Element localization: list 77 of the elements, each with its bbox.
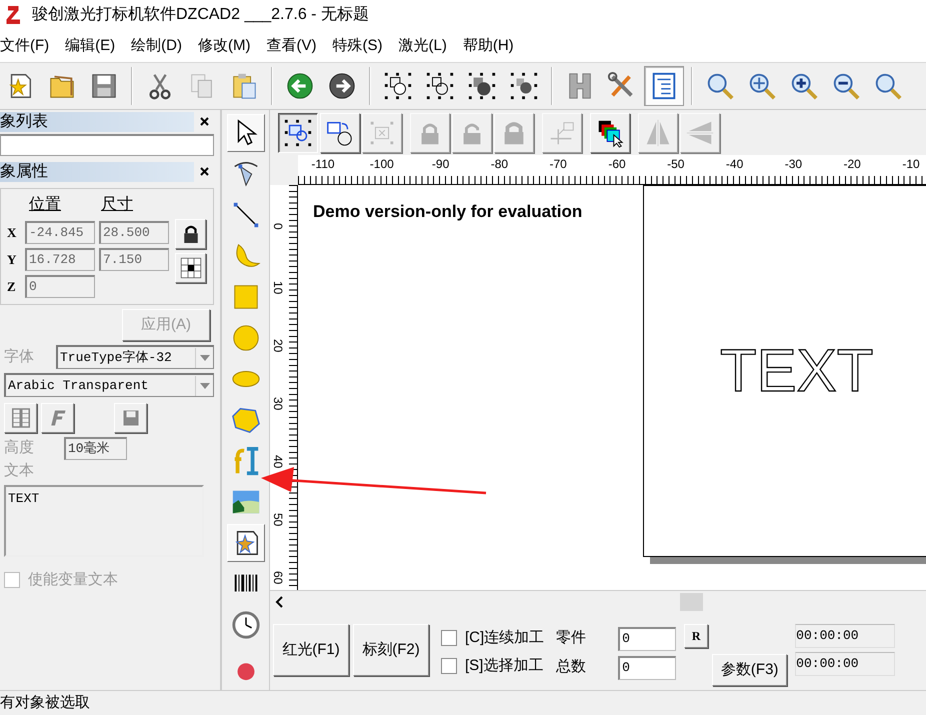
list-icon[interactable]	[644, 66, 684, 106]
text-value: TEXT	[7, 490, 40, 508]
checkbox[interactable]	[441, 658, 457, 674]
height-field[interactable]: 10毫米	[64, 437, 127, 460]
window-title: 骏创激光打标机软件DZCAD2 ___2.7.6 - 无标题	[32, 4, 369, 25]
panel-title: 象属性	[0, 162, 194, 182]
menu-item[interactable]: 特殊(S)	[332, 32, 382, 60]
field-label: 高度	[4, 438, 35, 458]
ruler-label: 0	[272, 223, 284, 230]
reset-button[interactable]: R	[684, 624, 708, 648]
axis-label: Z	[7, 278, 17, 296]
ruler-label: -10	[902, 158, 920, 170]
column-header: 位置	[29, 195, 61, 215]
axis-label: X	[7, 224, 18, 242]
menu-item[interactable]: 文件(F)	[0, 32, 50, 60]
horizontal-scrollbar[interactable]	[270, 590, 926, 612]
aiming-light-button[interactable]: 红光(F1)	[273, 624, 349, 676]
counter-field[interactable]: 0	[618, 626, 676, 650]
ruler-label: 30	[272, 397, 284, 410]
size-field[interactable]: 7.150	[99, 248, 169, 271]
position-field[interactable]: -24.845	[25, 221, 95, 244]
outlined-text[interactable]: TEXT	[720, 336, 874, 406]
counter-label: 总数	[556, 657, 586, 678]
scrollbar-thumb[interactable]	[680, 593, 703, 611]
ruler-label: 10	[272, 281, 284, 294]
position-field[interactable]: 16.728	[25, 248, 95, 271]
checkbox-label: [C]连续加工	[465, 628, 544, 648]
dropdown-arrow-icon[interactable]	[200, 382, 210, 388]
rotate-frame-icon[interactable]	[320, 112, 360, 152]
ruler-label: 40	[272, 455, 284, 468]
menu-item[interactable]: 激光(L)	[398, 32, 447, 60]
ruler-label: -50	[667, 158, 684, 170]
ruler-label: -40	[726, 158, 744, 170]
ruler-label: 50	[272, 513, 284, 526]
demo-notice: Demo version-only for evaluation	[313, 201, 582, 223]
ruler-label: -60	[608, 158, 626, 170]
ruler-label: -110	[311, 158, 335, 170]
dropdown-arrow-icon[interactable]	[200, 354, 210, 360]
mark-button[interactable]: 标刻(F2)	[353, 624, 429, 676]
columns-icon[interactable]	[4, 403, 37, 433]
position-field[interactable]: 0	[25, 275, 95, 298]
italic-f-icon[interactable]	[41, 403, 74, 433]
ruler-label: -100	[370, 158, 394, 170]
menu-item[interactable]: 查看(V)	[266, 32, 316, 60]
ruler-label: -20	[844, 158, 861, 170]
font-type-dropdown[interactable]: TrueType字体-32	[56, 345, 214, 369]
parameters-button[interactable]: 参数(F3)	[712, 654, 788, 686]
checkbox-label: [S]选择加工	[465, 656, 544, 676]
menu-item[interactable]: 修改(M)	[198, 32, 250, 60]
text-area[interactable]: TEXT	[4, 484, 204, 556]
timer-field: 00:00:00	[795, 624, 896, 648]
grid-icon[interactable]	[175, 253, 206, 283]
menu-item[interactable]: 帮助(H)	[462, 32, 514, 60]
counter-label: 零件	[556, 628, 586, 648]
timer-field: 00:00:00	[795, 652, 896, 676]
color-layers-icon[interactable]	[590, 112, 630, 152]
checkbox-label: 使能变量文本	[28, 570, 118, 590]
counter-field[interactable]: 0	[618, 656, 676, 680]
font-name-dropdown[interactable]: Arabic Transparent	[4, 373, 214, 397]
checkbox[interactable]	[441, 630, 457, 646]
ruler-label: -90	[432, 158, 450, 170]
size-field[interactable]: 28.500	[99, 221, 169, 244]
ruler-label: 20	[272, 339, 284, 352]
field-label: 文本	[3, 461, 35, 481]
menu-item[interactable]: 绘制(D)	[131, 32, 182, 60]
ruler-label: -80	[490, 158, 508, 170]
axis-label: Y	[7, 250, 18, 269]
panel-title: 象列表	[0, 112, 194, 132]
column-header: 尺寸	[101, 194, 133, 215]
ruler-label: 60	[272, 571, 284, 584]
ruler-label: -70	[550, 158, 567, 170]
selection-frame-icon[interactable]	[278, 112, 318, 152]
status-text: 有对象被选取	[0, 692, 90, 713]
padlock-icon[interactable]	[175, 219, 206, 249]
ruler-label: -30	[784, 158, 802, 170]
menu-item[interactable]: 编辑(E)	[65, 32, 116, 60]
field-label: 字体	[4, 346, 35, 367]
